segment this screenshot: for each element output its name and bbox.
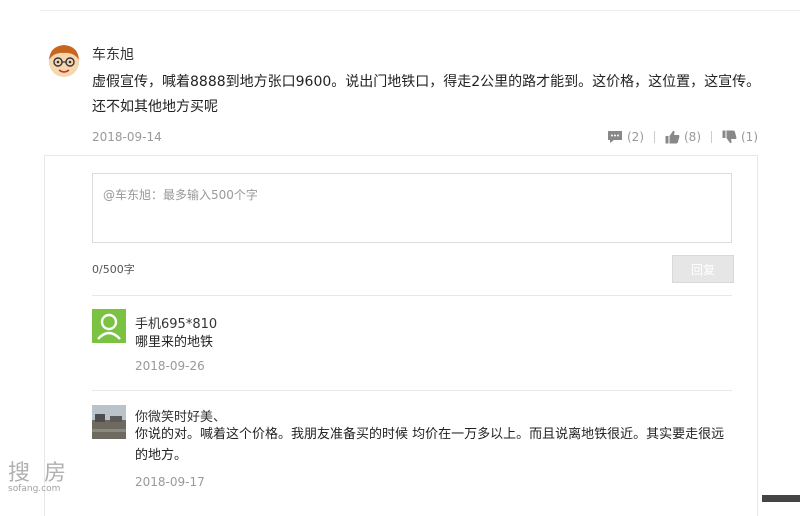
reply-date: 2018-09-26 <box>135 359 205 373</box>
reply-panel: @车东旭：最多输入500个字 0/500字 回复 手机695*810 哪里来的地… <box>44 155 758 516</box>
thumbs-up-icon <box>665 130 680 144</box>
reply-text: 哪里来的地铁 <box>135 335 214 350</box>
reply-count: (2) <box>627 130 644 144</box>
dislike-count: (1) <box>741 130 758 144</box>
reply-date: 2018-09-17 <box>135 475 205 489</box>
watermark-domain: sofang.com <box>8 484 61 494</box>
reply-submit-button[interactable]: 回复 <box>672 255 734 283</box>
char-counter: 0/500字 <box>92 263 135 276</box>
like-action[interactable]: (8) <box>665 130 701 144</box>
reply-avatar[interactable] <box>92 309 126 343</box>
reply-avatar[interactable] <box>92 405 126 439</box>
thumbs-down-icon <box>722 130 737 144</box>
speech-bubble-icon <box>608 131 622 143</box>
cartoon-boy-avatar-icon <box>49 45 79 77</box>
watermark-logo: 搜房 <box>8 461 81 486</box>
reply-text: 你说的对。喊着这个价格。我朋友准备买的时候 均价在一万多以上。而且说离地铁很近。… <box>135 427 725 463</box>
reply-author[interactable]: 你微笑时好美、 <box>135 406 226 425</box>
default-user-avatar-icon <box>92 309 126 343</box>
corner-tab <box>762 495 800 502</box>
action-separator <box>654 131 655 143</box>
comment-actions: (2) (8) (1) <box>607 130 758 144</box>
action-separator <box>711 131 712 143</box>
reply-author[interactable]: 手机695*810 <box>135 313 217 332</box>
reply-divider <box>92 295 732 296</box>
landscape-photo-avatar-icon <box>92 405 126 439</box>
reply-divider <box>92 390 732 391</box>
top-divider <box>40 10 800 11</box>
reply-action[interactable]: (2) <box>607 130 644 144</box>
like-count: (8) <box>684 130 701 144</box>
comment-text: 虚假宣传，喊着8888到地方张口9600。说出门地铁口，得走2公里的路才能到。这… <box>92 74 761 115</box>
user-avatar[interactable] <box>44 40 84 80</box>
comment-author[interactable]: 车东旭 <box>92 44 134 64</box>
comment-date: 2018-09-14 <box>92 130 162 144</box>
reply-textarea[interactable]: @车东旭：最多输入500个字 <box>92 173 732 243</box>
dislike-action[interactable]: (1) <box>722 130 758 144</box>
